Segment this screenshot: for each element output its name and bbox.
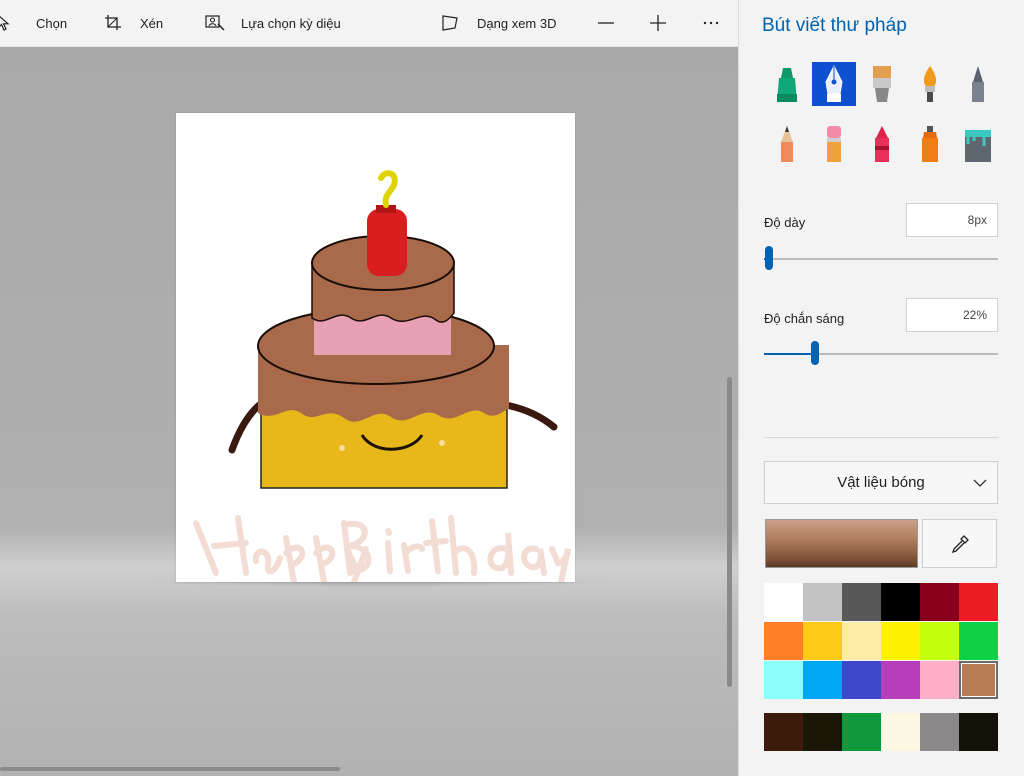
- brush-fill[interactable]: [956, 122, 1000, 166]
- thickness-value-input[interactable]: 8px: [906, 203, 998, 237]
- select-tool[interactable]: Chọn: [0, 0, 67, 46]
- brushes-panel: Bút viết thư pháp Độ dày 8px Độ chắn sán…: [738, 0, 1024, 776]
- panel-title: Bút viết thư pháp: [762, 15, 907, 36]
- view-3d-icon: [442, 15, 458, 31]
- material-dropdown[interactable]: Vật liệu bóng: [764, 461, 998, 504]
- top-toolbar: Chọn Xén Lựa chọn kỳ diệu Dạng xem 3D: [0, 0, 738, 47]
- crop-label: Xén: [140, 15, 164, 31]
- opacity-slider-thumb[interactable]: [811, 341, 819, 365]
- color-swatch[interactable]: [803, 583, 842, 621]
- eyedropper-button[interactable]: [922, 519, 997, 568]
- zoom-in-button[interactable]: [649, 0, 667, 46]
- color-swatch[interactable]: [881, 583, 920, 621]
- thickness-label: Độ dày: [764, 215, 806, 230]
- thickness-slider[interactable]: [764, 246, 998, 270]
- color-swatch[interactable]: [881, 661, 920, 699]
- watercolor-icon: [923, 66, 937, 102]
- zoom-out-button[interactable]: [597, 0, 615, 46]
- color-swatch[interactable]: [959, 661, 998, 699]
- color-swatch[interactable]: [920, 622, 959, 660]
- pencil-icon: [781, 126, 793, 162]
- opacity-label: Độ chắn sáng: [764, 311, 845, 326]
- select-label: Chọn: [36, 15, 68, 31]
- color-swatch[interactable]: [881, 622, 920, 660]
- crop-icon: [105, 15, 121, 30]
- calligraphy-pen-icon: [825, 64, 843, 102]
- magic-select-tool[interactable]: Lựa chọn kỳ diệu: [205, 0, 341, 46]
- opacity-slider-fill: [764, 353, 815, 355]
- color-swatch[interactable]: [803, 661, 842, 699]
- select-cursor-icon: [0, 15, 10, 31]
- drawing-canvas[interactable]: [176, 113, 575, 585]
- brush-eraser[interactable]: [812, 122, 856, 166]
- color-swatch[interactable]: [764, 661, 803, 699]
- horizontal-scrollbar[interactable]: [0, 767, 340, 771]
- pixel-pen-icon: [972, 66, 984, 102]
- opacity-slider[interactable]: [764, 341, 998, 365]
- color-swatch[interactable]: [920, 583, 959, 621]
- more-dots-icon: [703, 21, 719, 25]
- brush-marker[interactable]: [765, 62, 809, 106]
- color-swatch[interactable]: [842, 661, 881, 699]
- workspace: [0, 47, 738, 776]
- custom-color-swatch[interactable]: [959, 713, 998, 751]
- custom-color-swatch[interactable]: [881, 713, 920, 751]
- more-options-button[interactable]: [702, 0, 720, 46]
- color-swatch[interactable]: [764, 622, 803, 660]
- color-swatch[interactable]: [842, 583, 881, 621]
- opacity-value-input[interactable]: 22%: [906, 298, 998, 332]
- brush-watercolor[interactable]: [908, 62, 952, 106]
- material-dropdown-label: Vật liệu bóng: [837, 474, 925, 491]
- oil-brush-icon: [873, 66, 891, 102]
- marker-icon: [777, 68, 797, 102]
- chevron-down-icon: [973, 479, 987, 487]
- view-3d-button[interactable]: Dạng xem 3D: [441, 0, 556, 46]
- fill-bucket-icon: [965, 130, 991, 162]
- spray-can-icon: [922, 126, 938, 162]
- view-3d-label: Dạng xem 3D: [477, 15, 557, 31]
- brush-oil[interactable]: [860, 62, 904, 106]
- crayon-icon: [875, 126, 889, 162]
- brush-pencil[interactable]: [765, 122, 809, 166]
- panel-divider: [764, 437, 998, 438]
- eyedropper-icon: [951, 534, 969, 553]
- magic-select-icon: [205, 15, 225, 31]
- crop-tool[interactable]: Xén: [104, 0, 163, 46]
- custom-color-swatch[interactable]: [764, 713, 803, 751]
- current-color-swatch[interactable]: [765, 519, 918, 568]
- brush-calligraphy-pen[interactable]: [812, 62, 856, 106]
- custom-color-swatch[interactable]: [920, 713, 959, 751]
- color-swatch[interactable]: [920, 661, 959, 699]
- color-swatch[interactable]: [764, 583, 803, 621]
- minus-icon: [598, 22, 614, 24]
- brush-crayon[interactable]: [860, 122, 904, 166]
- brush-spray-can[interactable]: [908, 122, 952, 166]
- cake-drawing: [193, 170, 571, 585]
- custom-color-swatch[interactable]: [842, 713, 881, 751]
- brush-pixel-pen[interactable]: [956, 62, 1000, 106]
- thickness-slider-thumb[interactable]: [765, 246, 773, 270]
- color-swatch[interactable]: [842, 622, 881, 660]
- color-swatch[interactable]: [803, 622, 842, 660]
- magic-select-label: Lựa chọn kỳ diệu: [241, 15, 341, 31]
- color-swatch[interactable]: [959, 622, 998, 660]
- vertical-scrollbar[interactable]: [727, 377, 732, 687]
- eraser-icon: [827, 126, 841, 162]
- color-swatch[interactable]: [959, 583, 998, 621]
- custom-color-swatch[interactable]: [803, 713, 842, 751]
- plus-icon: [650, 15, 666, 31]
